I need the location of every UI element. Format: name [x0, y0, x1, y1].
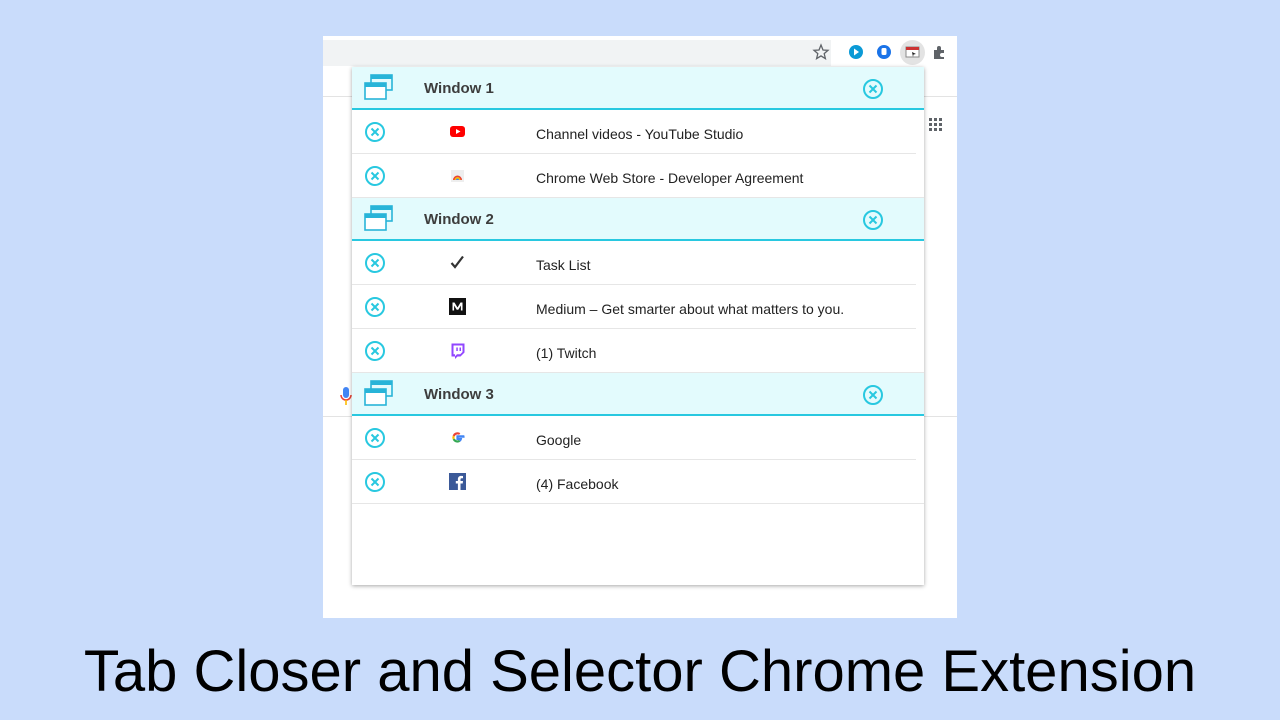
extension-video-icon[interactable] — [847, 43, 865, 61]
tab-title: Channel videos - YouTube Studio — [536, 126, 744, 142]
browser-toolbar — [323, 36, 957, 68]
window-header[interactable]: Window 2 — [352, 198, 924, 241]
browser-window-icon — [364, 380, 393, 406]
youtube-icon — [450, 126, 465, 137]
google-icon — [452, 432, 465, 443]
tab-closer-extension-icon — [905, 46, 920, 58]
tab-row[interactable]: Chrome Web Store - Developer Agreement — [352, 154, 924, 198]
window-header[interactable]: Window 3 — [352, 373, 924, 416]
close-tab-button[interactable] — [364, 296, 386, 318]
tab-title: Google — [536, 432, 582, 448]
window-header[interactable]: Window 1 — [352, 67, 924, 110]
voice-search-mic-icon[interactable] — [339, 386, 353, 406]
facebook-icon — [449, 473, 466, 490]
address-bar[interactable] — [323, 40, 831, 66]
chrome-web-store-icon — [451, 170, 464, 182]
medium-icon — [449, 298, 466, 315]
tab-row[interactable]: Channel videos - YouTube Studio — [352, 110, 916, 154]
close-window-button[interactable] — [862, 209, 884, 231]
close-tab-button[interactable] — [364, 165, 386, 187]
close-tab-button[interactable] — [364, 121, 386, 143]
tab-closer-popup: Window 1 Channel videos - YouTube Studio… — [352, 67, 924, 585]
close-window-button[interactable] — [862, 384, 884, 406]
tab-row[interactable]: Medium – Get smarter about what matters … — [352, 285, 916, 329]
close-tab-button[interactable] — [364, 427, 386, 449]
tab-row[interactable]: (4) Facebook — [352, 460, 924, 504]
close-window-button[interactable] — [862, 78, 884, 100]
window-title: Window 3 — [424, 386, 494, 403]
tab-title: Medium – Get smarter about what matters … — [536, 301, 845, 317]
apps-grid-icon[interactable] — [929, 118, 943, 132]
active-extension-button[interactable] — [900, 40, 925, 65]
tab-title: Chrome Web Store - Developer Agreement — [536, 170, 804, 186]
bookmark-star-icon[interactable] — [812, 43, 830, 61]
caption-title: Tab Closer and Selector Chrome Extension — [83, 639, 1197, 704]
window-title: Window 2 — [424, 211, 494, 228]
extension-shield-icon[interactable] — [875, 43, 893, 61]
browser-window-icon — [364, 74, 393, 100]
tab-row[interactable]: Task List — [352, 241, 916, 285]
tab-title: (4) Facebook — [536, 476, 619, 492]
tab-row[interactable]: (1) Twitch — [352, 329, 924, 373]
checkmark-icon — [450, 255, 464, 269]
close-tab-button[interactable] — [364, 340, 386, 362]
twitch-icon — [451, 343, 465, 359]
window-title: Window 1 — [424, 80, 494, 97]
extensions-puzzle-icon[interactable] — [931, 43, 949, 61]
browser-window-icon — [364, 205, 393, 231]
close-tab-button[interactable] — [364, 471, 386, 493]
tab-title: (1) Twitch — [536, 345, 597, 361]
close-tab-button[interactable] — [364, 252, 386, 274]
tab-row[interactable]: Google — [352, 416, 916, 460]
tab-title: Task List — [536, 257, 591, 273]
